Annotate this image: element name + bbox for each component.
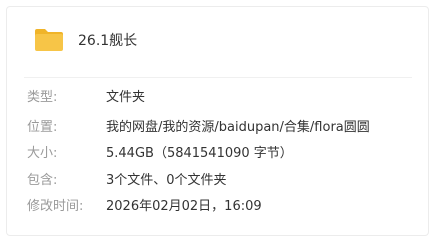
folder-name: 26.1舰长 [78, 33, 138, 49]
type-value: 文件夹 [106, 90, 146, 105]
location-value[interactable]: 我的网盘/我的资源/baidupan/合集/flora圆圆 [106, 118, 370, 138]
contains-label: 包含: [27, 173, 58, 188]
property-row-size: 大小: 5.44GB（5841541090 字节） [0, 144, 437, 164]
property-row-location: 位置: 我的网盘/我的资源/baidupan/合集/flora圆圆 [0, 118, 437, 138]
folder-icon [34, 28, 64, 52]
property-row-modified: 修改时间: 2026年02月02日，16:09 [0, 197, 437, 217]
size-label: 大小: [27, 146, 58, 161]
modified-label: 修改时间: [27, 199, 84, 214]
contains-value: 3个文件、0个文件夹 [106, 173, 227, 188]
property-row-contains: 包含: 3个文件、0个文件夹 [0, 171, 437, 191]
location-label: 位置: [27, 120, 58, 135]
divider [24, 77, 412, 78]
modified-value: 2026年02月02日，16:09 [106, 199, 262, 214]
type-label: 类型: [27, 90, 58, 105]
property-row-type: 类型: 文件夹 [0, 88, 437, 108]
file-properties-panel: 26.1舰长 类型: 文件夹 位置: 我的网盘/我的资源/baidupan/合集… [0, 0, 437, 244]
size-value: 5.44GB（5841541090 字节） [106, 146, 293, 161]
